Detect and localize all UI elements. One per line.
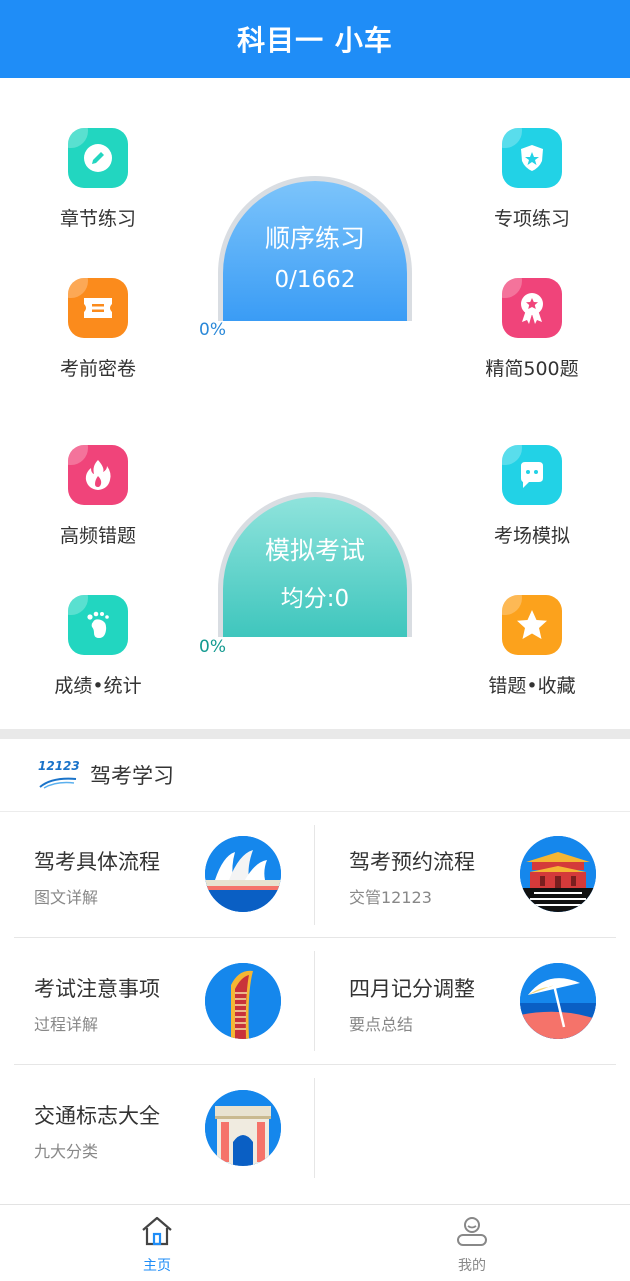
logo-text: 12123 xyxy=(38,759,80,773)
study-section-title: 驾考学习 xyxy=(90,764,174,788)
card-title: 驾考具体流程 xyxy=(34,850,160,874)
practice-percent: 0% xyxy=(199,320,226,340)
tower-building-icon xyxy=(205,963,281,1039)
card-subtitle: 图文详解 xyxy=(34,888,99,907)
special-practice-button[interactable]: 专项练习 xyxy=(452,128,612,231)
card-title: 交通标志大全 xyxy=(34,1104,160,1128)
scores-stats-label: 成绩•统计 xyxy=(54,675,142,697)
mock-exam-average: 均分:0 xyxy=(280,586,350,612)
grid-divider xyxy=(314,1078,315,1178)
section-divider xyxy=(0,729,630,739)
study-card-exam-notes[interactable]: 考试注意事项 过程详解 xyxy=(0,939,300,1065)
chapter-practice-label: 章节练习 xyxy=(59,208,136,230)
scores-stats-button[interactable]: 成绩•统计 xyxy=(18,595,178,698)
sequential-practice-progress: 0/1662 xyxy=(274,267,356,293)
special-practice-label: 专项练习 xyxy=(493,208,570,230)
exam-percent: 0% xyxy=(199,637,226,657)
card-subtitle: 要点总结 xyxy=(349,1015,414,1034)
chat-bubble-icon xyxy=(502,445,562,505)
tab-mine-label: 我的 xyxy=(458,1258,486,1274)
award-ribbon-icon xyxy=(502,278,562,338)
card-title: 四月记分调整 xyxy=(349,977,475,1001)
footprint-icon xyxy=(68,595,128,655)
study-card-booking-process[interactable]: 驾考预约流程 交管12123 xyxy=(315,812,615,938)
sequential-practice-title: 顺序练习 xyxy=(264,224,365,253)
page-title: 科目一 小车 xyxy=(237,24,393,57)
tab-home[interactable]: 主页 xyxy=(97,1205,217,1281)
card-subtitle: 交管12123 xyxy=(349,888,432,907)
wrong-favorites-button[interactable]: 错题•收藏 xyxy=(452,595,612,698)
simplified-500-button[interactable]: 精简500题 xyxy=(452,278,612,381)
bottom-tab-bar: 主页 我的 xyxy=(0,1204,630,1281)
star-icon xyxy=(502,595,562,655)
beach-umbrella-icon xyxy=(520,963,596,1039)
study-card-traffic-signs[interactable]: 交通标志大全 九大分类 xyxy=(0,1066,300,1192)
home-icon xyxy=(97,1215,217,1251)
card-title: 考试注意事项 xyxy=(34,977,160,1001)
study-section-header: 12123 驾考学习 xyxy=(0,739,630,812)
flame-icon xyxy=(68,445,128,505)
pencil-icon xyxy=(68,128,128,188)
venue-simulation-button[interactable]: 考场模拟 xyxy=(452,445,612,548)
study-card-april-points[interactable]: 四月记分调整 要点总结 xyxy=(315,939,615,1065)
traffic-12123-logo: 12123 xyxy=(38,759,80,791)
card-subtitle: 过程详解 xyxy=(34,1015,99,1034)
ticket-icon xyxy=(68,278,128,338)
exam-secret-paper-button[interactable]: 考前密卷 xyxy=(18,278,178,381)
shield-star-icon xyxy=(502,128,562,188)
exam-secret-paper-label: 考前密卷 xyxy=(59,358,136,380)
wrong-favorites-label: 错题•收藏 xyxy=(488,675,576,697)
simplified-500-label: 精简500题 xyxy=(485,358,579,380)
study-card-exam-process[interactable]: 驾考具体流程 图文详解 xyxy=(0,812,300,938)
frequent-errors-button[interactable]: 高频错题 xyxy=(18,445,178,548)
sequential-practice-dome[interactable]: 顺序练习 0/1662 xyxy=(218,176,412,321)
frequent-errors-label: 高频错题 xyxy=(59,525,136,547)
mock-exam-dome[interactable]: 模拟考试 均分:0 xyxy=(218,492,412,637)
chapter-practice-button[interactable]: 章节练习 xyxy=(18,128,178,231)
app-header: 科目一 小车 xyxy=(0,0,630,78)
card-title: 驾考预约流程 xyxy=(349,850,475,874)
tab-mine[interactable]: 我的 xyxy=(412,1205,532,1281)
mock-exam-title: 模拟考试 xyxy=(264,536,365,565)
triumphal-arch-icon xyxy=(205,1090,281,1166)
palace-gate-icon xyxy=(520,836,596,912)
venue-simulation-label: 考场模拟 xyxy=(493,525,570,547)
opera-house-icon xyxy=(205,836,281,912)
tab-home-label: 主页 xyxy=(143,1258,171,1274)
card-subtitle: 九大分类 xyxy=(34,1142,99,1161)
user-icon xyxy=(412,1215,532,1251)
